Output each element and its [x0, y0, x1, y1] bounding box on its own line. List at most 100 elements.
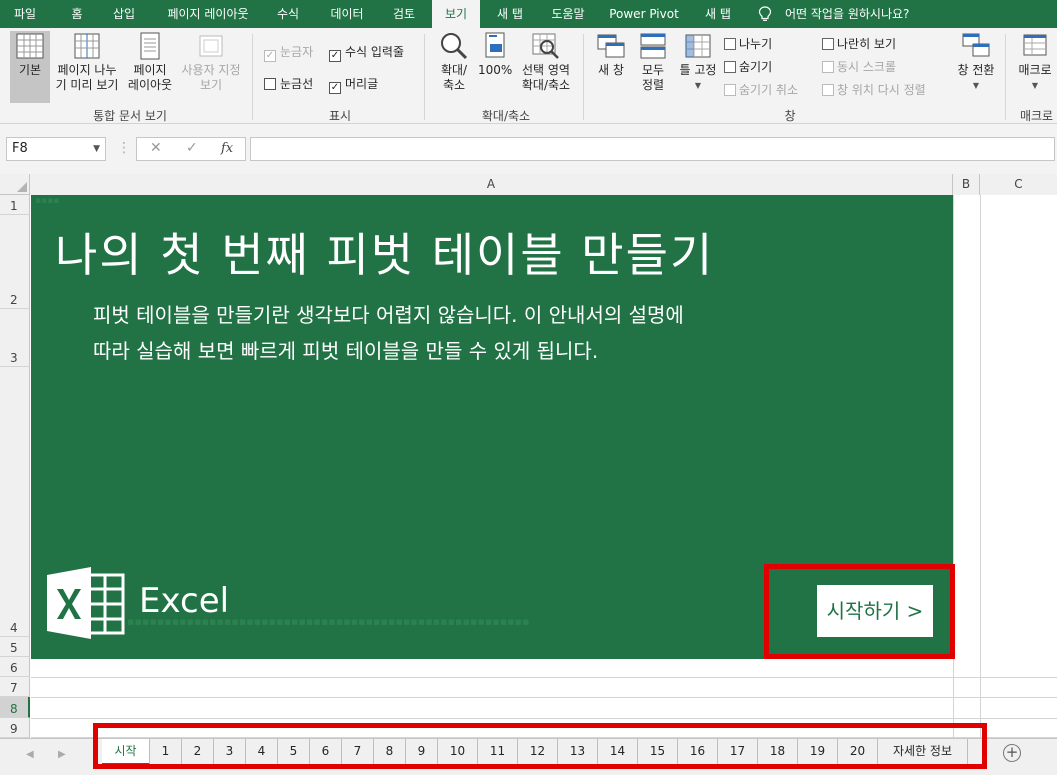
- row-header-7[interactable]: 7: [0, 677, 30, 697]
- chevron-down-icon: ▼: [972, 81, 980, 90]
- column-header-c[interactable]: C: [980, 174, 1057, 195]
- row-header-5[interactable]: 5: [0, 637, 30, 657]
- page-layout-label-2: 레이아웃: [127, 78, 173, 92]
- row-header-1[interactable]: 1: [0, 195, 30, 215]
- headings-checkbox[interactable]: ✓ 머리글: [329, 76, 378, 94]
- page-subtitle: 피벗 테이블을 만들기란 생각보다 어렵지 않습니다. 이 안내서의 설명에 따…: [93, 297, 893, 369]
- macros-label: 매크로: [1018, 63, 1052, 77]
- switch-windows-button[interactable]: 창 전환 ▼: [954, 31, 998, 93]
- checkmark-icon: ✓: [329, 82, 341, 94]
- group-separator: [583, 34, 584, 120]
- tab-new-1[interactable]: 새 탭: [488, 0, 532, 28]
- zoom-label-1: 확대/: [440, 63, 468, 77]
- column-header-a[interactable]: A: [30, 174, 953, 195]
- arrange-all-button[interactable]: 모두 정렬: [636, 31, 670, 93]
- column-header-b[interactable]: B: [953, 174, 980, 195]
- chevron-down-icon: ▼: [694, 81, 702, 90]
- reset-position-label: 창 위치 다시 정렬: [837, 83, 926, 97]
- tell-me-search[interactable]: 어떤 작업을 원하시나요?: [785, 0, 909, 28]
- freeze-panes-button[interactable]: 틀 고정 ▼: [676, 31, 720, 93]
- new-window-button[interactable]: 새 창: [594, 31, 628, 78]
- tab-file[interactable]: 파일: [6, 0, 44, 28]
- lightbulb-icon[interactable]: [757, 6, 773, 22]
- insert-function-icon[interactable]: fx: [221, 141, 233, 156]
- column-headers: A B C: [30, 174, 1057, 195]
- unhide-label: 숨기기 취소: [739, 83, 799, 97]
- formula-bar-checkbox[interactable]: ✓ 수식 입력줄: [329, 44, 404, 62]
- sync-scroll-button[interactable]: 동시 스크롤: [822, 59, 896, 75]
- switch-windows-icon: [962, 33, 990, 57]
- tab-home[interactable]: 홈: [62, 0, 92, 28]
- page-break-preview-button[interactable]: 페이지 나누 기 미리 보기: [52, 31, 122, 93]
- side-by-side-icon: [822, 38, 834, 50]
- tab-page-layout[interactable]: 페이지 레이아웃: [158, 0, 258, 28]
- row-header-8[interactable]: 8: [0, 697, 30, 718]
- arrange-all-label-2: 정렬: [641, 78, 665, 92]
- group-label-workbook-views: 통합 문서 보기: [93, 109, 167, 123]
- unhide-icon: [724, 84, 736, 96]
- tab-review[interactable]: 검토: [384, 0, 424, 28]
- ruler-label: 눈금자: [280, 45, 314, 59]
- new-window-icon: [597, 34, 625, 58]
- custom-views-icon: [199, 35, 223, 57]
- normal-view-button[interactable]: 기본: [10, 31, 50, 103]
- zoom-100-button[interactable]: 100%: [478, 31, 512, 78]
- zoom-100-icon: [485, 32, 505, 58]
- zoom-100-label: 100%: [478, 63, 513, 77]
- chevron-down-icon: ▼: [1031, 81, 1039, 90]
- gridlines-checkbox[interactable]: 눈금선: [264, 76, 313, 92]
- row-header-3[interactable]: 3: [0, 309, 30, 367]
- split-button[interactable]: 나누기: [724, 36, 772, 52]
- chevron-down-icon[interactable]: ▼: [93, 138, 100, 160]
- page-layout-icon: [140, 32, 160, 60]
- tab-new-2[interactable]: 새 탭: [696, 0, 740, 28]
- formula-buttons: ✕ ✓ fx: [136, 137, 246, 161]
- tab-help[interactable]: 도움말: [542, 0, 594, 28]
- side-by-side-button[interactable]: 나란히 보기: [822, 36, 896, 52]
- unhide-button[interactable]: 숨기기 취소: [724, 82, 798, 98]
- tab-power-pivot[interactable]: Power Pivot: [604, 0, 684, 28]
- page-break-label-2: 기 미리 보기: [55, 78, 119, 92]
- tab-view[interactable]: 보기: [432, 0, 480, 28]
- row-header-4[interactable]: 4: [0, 367, 30, 637]
- tab-formulas[interactable]: 수식: [268, 0, 308, 28]
- custom-views-label-2: 보기: [199, 78, 223, 92]
- name-box-value: F8: [12, 141, 28, 156]
- ruler-checkbox[interactable]: ✓ 눈금자: [264, 44, 313, 62]
- add-sheet-icon[interactable]: +: [1003, 744, 1021, 762]
- normal-view-label: 기본: [18, 63, 42, 77]
- checkmark-icon: ✓: [264, 50, 276, 62]
- formula-bar-label: 수식 입력줄: [345, 45, 405, 59]
- zoom-button[interactable]: 확대/ 축소: [434, 31, 474, 93]
- name-box[interactable]: F8 ▼: [6, 137, 106, 161]
- row-header-6[interactable]: 6: [0, 657, 30, 677]
- enter-icon[interactable]: ✓: [186, 140, 198, 156]
- scroll-left-icon[interactable]: ◀: [26, 749, 34, 760]
- highlight-box-sheet-tabs: [93, 723, 987, 769]
- cancel-icon[interactable]: ✕: [150, 140, 162, 156]
- custom-views-button[interactable]: 사용자 지정 보기: [178, 31, 244, 93]
- group-separator: [1005, 34, 1006, 120]
- scroll-right-icon[interactable]: ▶: [58, 749, 66, 760]
- select-all-corner[interactable]: [0, 174, 30, 195]
- hidden-cell-text: ▪▪▪▪: [35, 196, 60, 206]
- zoom-selection-button[interactable]: 선택 영역 확대/축소: [516, 31, 576, 93]
- zoom-label-2: 축소: [442, 78, 466, 92]
- formula-bar-area: F8 ▼ ⋮ ✕ ✓ fx: [0, 124, 1057, 174]
- tab-insert[interactable]: 삽입: [104, 0, 144, 28]
- hide-button[interactable]: 숨기기: [724, 59, 772, 75]
- headings-label: 머리글: [345, 77, 379, 91]
- macros-button[interactable]: 매크로 ▼: [1013, 31, 1057, 93]
- row-header-9[interactable]: 9: [0, 718, 30, 738]
- more-options-icon[interactable]: ⋮: [117, 137, 131, 161]
- gridlines-label: 눈금선: [280, 77, 314, 91]
- row-header-2[interactable]: 2: [0, 215, 30, 309]
- hidden-instruction-text: ▪▪▪▪▪▪▪▪▪▪▪▪▪▪▪▪▪▪▪▪▪▪▪▪▪▪▪▪▪▪▪▪▪▪▪▪▪▪▪▪…: [127, 615, 530, 628]
- page-layout-view-button[interactable]: 페이지 레이아웃: [124, 31, 176, 93]
- ribbon: 기본 페이지 나누 기 미리 보기 페이지 레이아웃 사용자 지정 보기 통합 …: [0, 28, 1057, 124]
- formula-input[interactable]: [250, 137, 1055, 161]
- reset-position-button[interactable]: 창 위치 다시 정렬: [822, 82, 926, 98]
- tab-data[interactable]: 데이터: [322, 0, 372, 28]
- group-separator: [252, 34, 253, 120]
- page-title: 나의 첫 번째 피벗 테이블 만들기: [55, 228, 715, 282]
